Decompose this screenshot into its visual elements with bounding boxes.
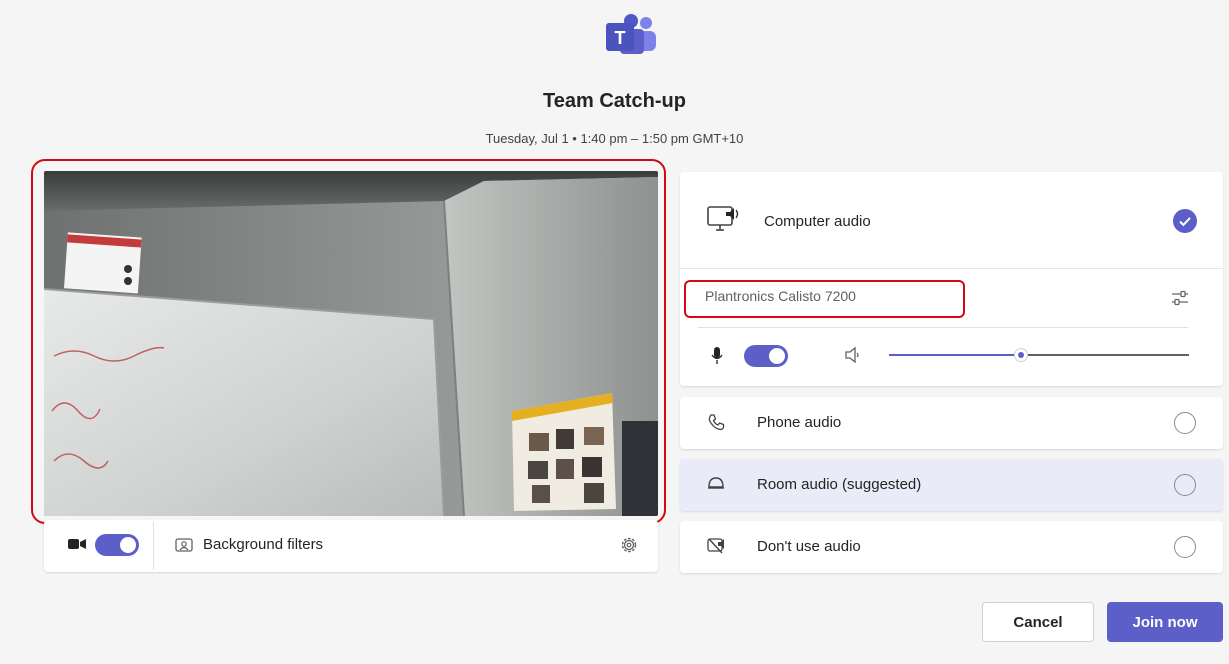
video-highlight-outline xyxy=(31,159,666,524)
phone-icon xyxy=(707,413,725,431)
cancel-button[interactable]: Cancel xyxy=(982,602,1094,642)
background-filters-button[interactable]: Background filters xyxy=(203,536,323,553)
volume-slider-fill xyxy=(889,354,1021,356)
room-audio-icon xyxy=(706,475,726,493)
speaker-volume-icon xyxy=(844,345,862,365)
phone-audio-label[interactable]: Phone audio xyxy=(757,414,841,431)
no-audio-radio[interactable] xyxy=(1174,536,1196,558)
speaker-off-icon xyxy=(706,536,726,556)
microphone-icon xyxy=(710,346,724,366)
camera-icon xyxy=(68,537,86,551)
meeting-title: Team Catch-up xyxy=(543,90,686,112)
card-divider xyxy=(680,268,1223,269)
computer-audio-icon xyxy=(706,203,742,235)
gear-icon[interactable] xyxy=(619,535,639,555)
camera-toggle[interactable] xyxy=(95,534,139,556)
volume-slider-thumb[interactable] xyxy=(1014,348,1028,362)
bar-divider xyxy=(153,522,154,570)
room-audio-label[interactable]: Room audio (suggested) xyxy=(757,476,921,493)
device-separator xyxy=(698,327,1188,328)
join-now-button[interactable]: Join now xyxy=(1107,602,1223,642)
device-highlight-outline xyxy=(684,280,965,318)
meeting-time: Tuesday, Jul 1 • 1:40 pm – 1:50 pm GMT+1… xyxy=(485,131,744,146)
background-filters-icon xyxy=(175,538,193,552)
device-settings-sliders-icon[interactable] xyxy=(1170,288,1190,308)
phone-audio-radio[interactable] xyxy=(1174,412,1196,434)
teams-logo-icon: T xyxy=(598,14,660,60)
room-audio-radio[interactable] xyxy=(1174,474,1196,496)
no-audio-label[interactable]: Don't use audio xyxy=(757,538,861,555)
computer-audio-selected-check-icon[interactable] xyxy=(1173,209,1197,233)
computer-audio-label[interactable]: Computer audio xyxy=(764,213,871,230)
svg-text:T: T xyxy=(615,28,626,48)
microphone-toggle[interactable] xyxy=(744,345,788,367)
